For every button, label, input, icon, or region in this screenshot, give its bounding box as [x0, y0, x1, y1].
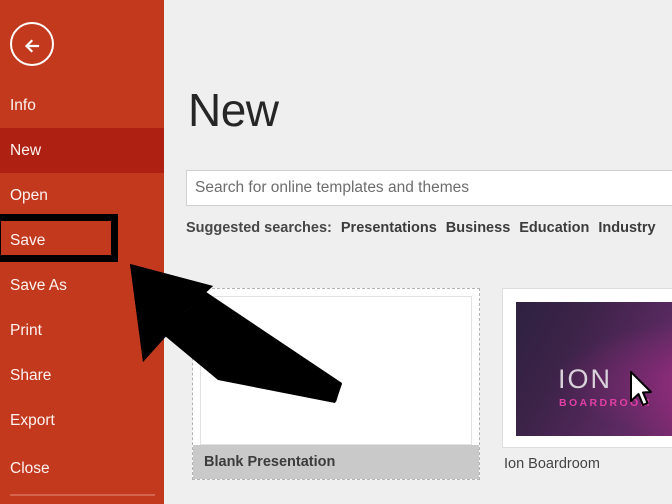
suggested-searches: Suggested searches: Presentations Business… — [186, 220, 672, 236]
sidebar-item-close[interactable]: Close — [0, 446, 164, 491]
sidebar-item-info[interactable]: Info — [0, 83, 164, 128]
sidebar-item-label: New — [10, 142, 42, 159]
template-card-label: Blank Presentation — [193, 445, 479, 479]
sidebar-item-export[interactable]: Export — [0, 398, 164, 443]
thumbnail-subtitle-boardroom: BOARDROOM — [559, 397, 652, 409]
backstage-sidebar: Info New Open Save Save As Print Share E… — [0, 0, 164, 504]
sidebar-item-label: Open — [10, 187, 48, 204]
thumbnail-title-ion: ION — [558, 364, 613, 394]
sidebar-item-share[interactable]: Share — [0, 353, 164, 398]
template-card-ion-boardroom[interactable]: ION BOARDROOM Ion Boardroom — [502, 288, 672, 480]
sidebar-item-new[interactable]: New — [0, 128, 164, 173]
sidebar-item-label: Save As — [10, 277, 67, 294]
sidebar-item-label: Print — [10, 322, 42, 339]
back-arrow-icon[interactable] — [10, 22, 54, 66]
suggested-link-presentations[interactable]: Presentations — [341, 220, 437, 236]
search-input[interactable] — [186, 170, 672, 206]
back-arrow-glyph — [24, 39, 40, 53]
sidebar-item-print[interactable]: Print — [0, 308, 164, 353]
suggested-link-education[interactable]: Education — [519, 220, 589, 236]
sidebar-item-save[interactable]: Save — [0, 218, 164, 263]
sidebar-item-label: Save — [10, 232, 46, 249]
sidebar-item-save-as[interactable]: Save As — [0, 263, 164, 308]
template-thumbnail-ion: ION BOARDROOM — [516, 302, 672, 436]
sidebar-item-label: Close — [10, 460, 50, 477]
sidebar-divider — [10, 494, 155, 496]
sidebar-item-label: Share — [10, 367, 52, 384]
page-title: New — [188, 84, 279, 136]
suggested-link-industry[interactable]: Industry — [598, 220, 655, 236]
template-card-label: Ion Boardroom — [504, 456, 600, 472]
suggested-searches-label: Suggested searches: — [186, 220, 332, 236]
sidebar-item-label: Info — [10, 97, 36, 114]
template-thumbnail-frame: ION BOARDROOM — [502, 288, 672, 448]
template-card-blank-presentation[interactable]: Blank Presentation — [192, 288, 480, 480]
powerpoint-backstage-window: Info New Open Save Save As Print Share E… — [0, 0, 672, 504]
sidebar-item-label: Export — [10, 412, 55, 429]
suggested-link-business[interactable]: Business — [446, 220, 510, 236]
backstage-content-pane: New Suggested searches: Presentations Busi… — [164, 0, 672, 504]
sidebar-item-open[interactable]: Open — [0, 173, 164, 218]
template-thumbnail-blank — [200, 296, 472, 445]
